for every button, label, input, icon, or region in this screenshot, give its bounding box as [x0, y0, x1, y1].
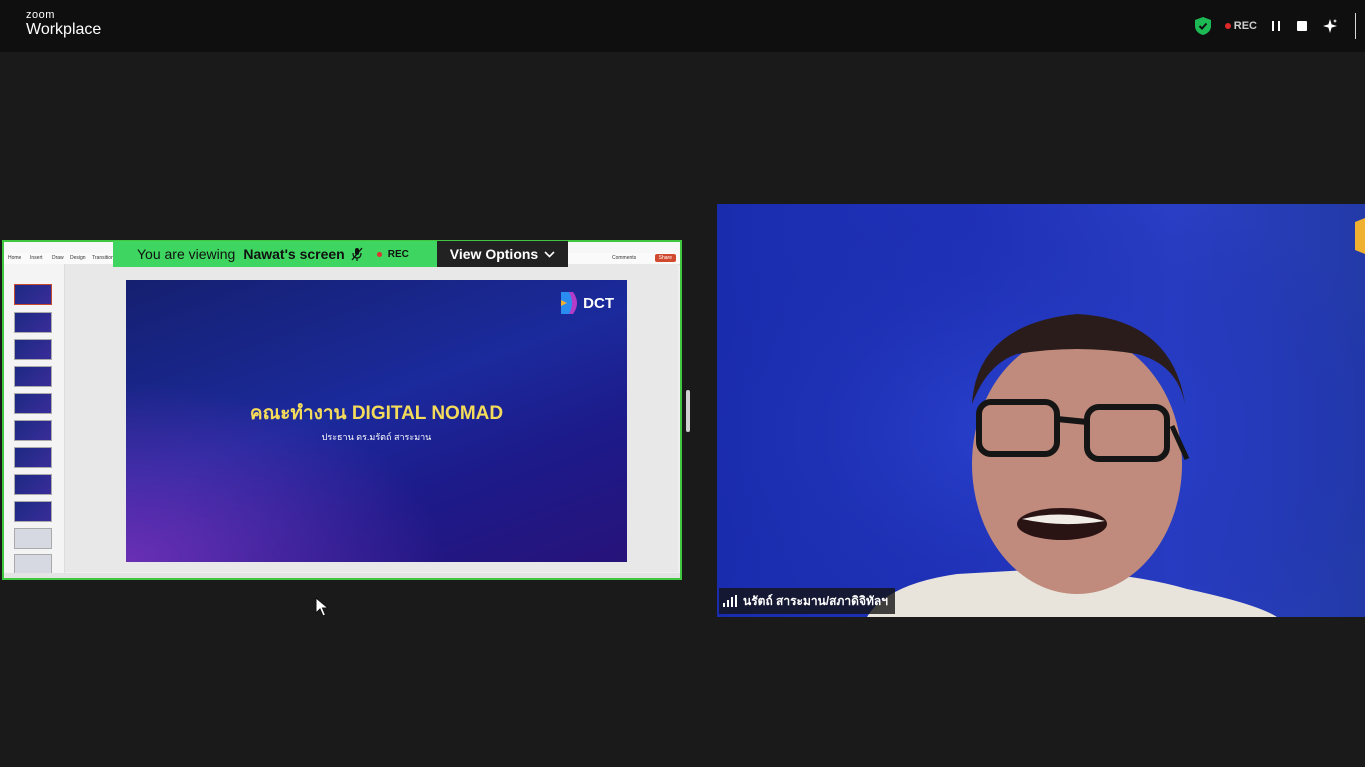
participant-video-feed — [717, 204, 1365, 617]
ppt-tab-insert: Insert — [30, 255, 43, 261]
top-bar: zoom Workplace REC — [0, 0, 1365, 52]
logo-big-text: Workplace — [26, 21, 102, 38]
toolbar-divider — [1355, 13, 1356, 39]
participant-name: นรัตถ์ สาระมาน/สภาดิจิทัลฯ — [743, 593, 888, 608]
ppt-comments-button: Comments — [612, 255, 637, 261]
presentation-slide: DCT คณะทำงาน DIGITAL NOMAD ประธาน ดร.มรั… — [126, 280, 627, 562]
ppt-share-button: Share — [654, 254, 676, 262]
shared-screen[interactable]: Home Insert Draw Design Transitions Comm… — [2, 240, 682, 580]
presenter-name: Nawat's screen — [243, 246, 345, 262]
rec-dot-icon — [1224, 23, 1231, 29]
slide-thumbnail — [14, 420, 52, 441]
split-view-handle[interactable] — [686, 390, 690, 432]
slide-thumbnail — [14, 366, 52, 387]
ppt-tab-draw: Draw — [52, 255, 64, 261]
slide-thumbnail — [14, 501, 52, 522]
slide-thumbnail — [14, 284, 52, 305]
slide-thumbnail — [14, 339, 52, 360]
shield-check-icon[interactable] — [1194, 17, 1211, 35]
ppt-tab-home: Home — [8, 255, 22, 261]
ppt-tab-design: Design — [70, 255, 86, 261]
ppt-slide-thumbnails — [4, 264, 65, 575]
viewing-banner: You are viewing Nawat's screen REC — [113, 241, 437, 267]
view-options-button[interactable]: View Options — [437, 241, 568, 267]
slide-thumbnail — [14, 393, 52, 414]
pause-icon[interactable] — [1271, 21, 1281, 31]
chevron-down-icon — [544, 250, 555, 258]
logo-small-text: zoom — [26, 9, 55, 21]
slide-title: คณะทำงาน DIGITAL NOMAD — [249, 403, 504, 424]
mouse-cursor-icon — [315, 597, 329, 617]
ai-sparkle-icon[interactable] — [1323, 19, 1337, 33]
slide-thumbnail — [14, 474, 52, 495]
banner-rec-label: REC — [387, 248, 409, 260]
top-controls: REC — [1194, 0, 1365, 52]
rec-dot-icon — [376, 251, 382, 257]
rec-label: REC — [1233, 20, 1257, 32]
recording-indicator: REC — [1224, 20, 1257, 32]
dct-logo-icon — [561, 292, 578, 314]
slide-thumbnail — [14, 447, 52, 468]
slide-subtitle: ประธาน ดร.มรัตถ์ สาระมาน — [321, 432, 432, 442]
mic-muted-icon — [351, 247, 363, 261]
banner-recording-indicator: REC — [376, 248, 409, 260]
slide-thumbnail — [14, 312, 52, 333]
stop-icon[interactable] — [1297, 21, 1307, 31]
viewing-prefix: You are viewing — [137, 246, 236, 262]
signal-bars-icon — [723, 595, 737, 607]
slide-thumbnail — [14, 528, 52, 549]
slide-thumbnail — [14, 554, 52, 575]
ppt-status-bar — [4, 573, 680, 578]
participant-name-tag: นรัตถ์ สาระมาน/สภาดิจิทัลฯ — [719, 588, 895, 614]
participant-video[interactable] — [717, 204, 1365, 617]
view-options-label: View Options — [449, 246, 539, 262]
zoom-workplace-logo: zoom Workplace — [26, 9, 101, 39]
dct-logo-text: DCT — [583, 294, 614, 312]
dct-logo: DCT — [561, 292, 614, 314]
